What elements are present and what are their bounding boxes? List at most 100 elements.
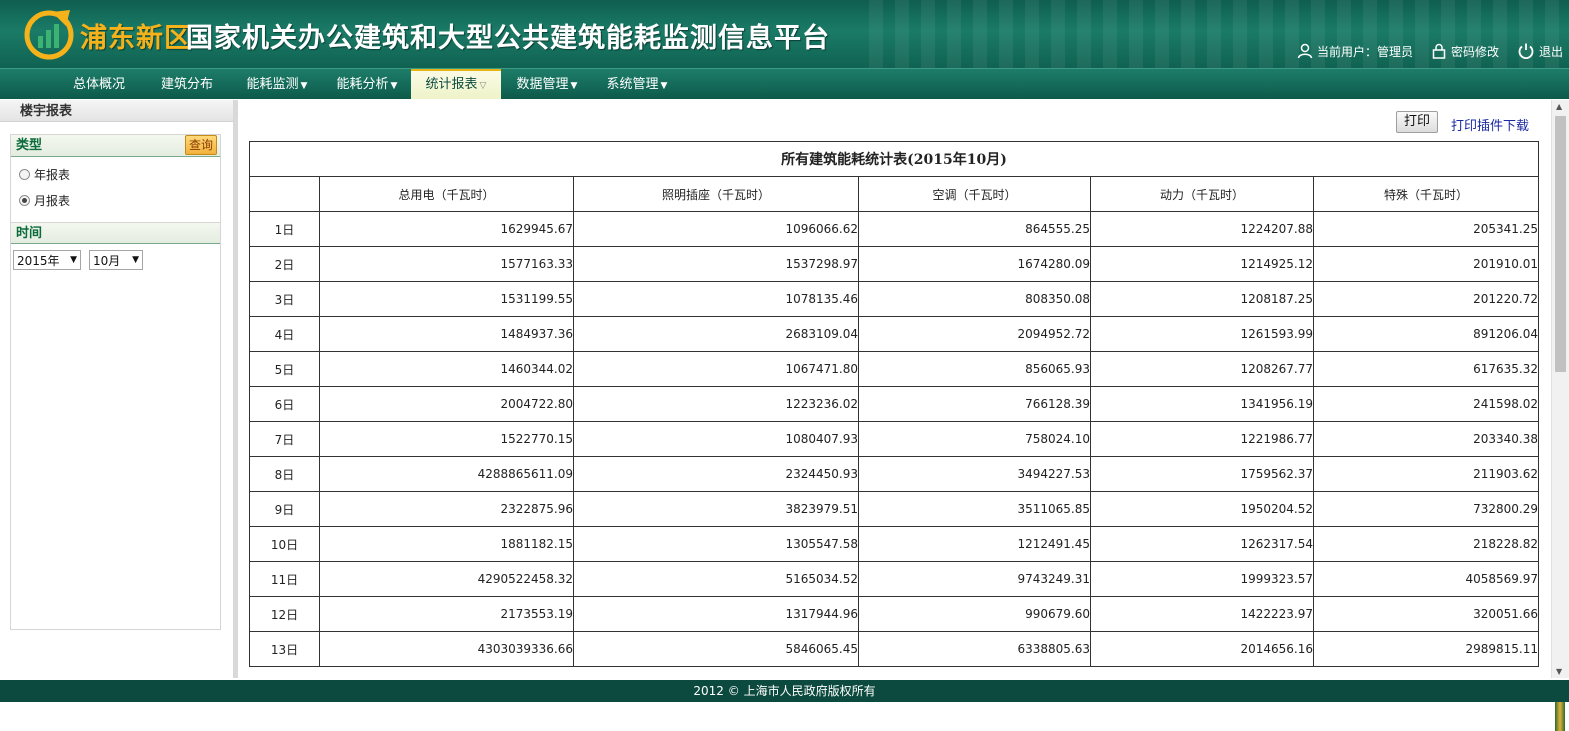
time-section-heading: 时间: [11, 222, 220, 244]
table-row: 11日 4290522458.32 5165034.52 9743249.31 1999…: [249, 561, 1540, 597]
value-cell: 1522770.15: [319, 421, 574, 457]
value-cell: 1067471.80: [573, 351, 859, 387]
nav-item-overview[interactable]: 总体概况: [60, 69, 138, 99]
nav-label: 总体概况: [72, 77, 125, 92]
value-cell: 617635.32: [1312, 351, 1540, 387]
column-header: 特殊（千瓦时）: [1312, 176, 1540, 212]
radio-button[interactable]: [19, 168, 30, 180]
table-row: 1日 1629945.67 1096066.62 864555.25 1224207.8…: [249, 211, 1540, 247]
value-cell: 201910.01: [1312, 246, 1540, 282]
nav-item-system-management[interactable]: 系统管理 ▼: [598, 69, 676, 99]
scroll-up-icon[interactable]: ▲: [1556, 102, 1562, 111]
year-select[interactable]: 2015年 ▼: [13, 250, 81, 270]
table-row: 9日 2322875.96 3823979.51 3511065.85 1950204.…: [249, 491, 1540, 527]
dropdown-arrow-icon: ▽: [479, 81, 487, 91]
day-cell: 13日: [249, 631, 320, 667]
nav-item-energy-analysis[interactable]: 能耗分析 ▼: [328, 69, 406, 99]
value-cell: 5165034.52: [573, 561, 859, 597]
main-nav: 总体概况 建筑分布 能耗监测 ▼ 能耗分析 ▼ 统计报表 ▽ 数据管理 ▼ 系统管理 ▼: [0, 68, 1569, 99]
day-cell: 1日: [249, 211, 320, 247]
value-cell: 1999323.57: [1090, 561, 1314, 597]
value-cell: 1221986.77: [1090, 421, 1314, 457]
column-header: 照明插座（千瓦时）: [573, 176, 859, 212]
time-heading-label: 时间: [16, 226, 43, 241]
table-row: 7日 1522770.15 1080407.93 758024.10 1221986.7…: [249, 421, 1540, 457]
value-cell: 864555.25: [858, 211, 1091, 247]
logo-icon: [24, 10, 74, 60]
table-row: 12日 2173553.19 1317944.96 990679.60 1422223.…: [249, 596, 1540, 632]
value-cell: 1305547.58: [573, 526, 859, 562]
month-select[interactable]: 10月 ▼: [89, 250, 143, 270]
table-row: 13日 4303039336.66 5846065.45 6338805.63 2014…: [249, 631, 1540, 667]
value-cell: 808350.08: [858, 281, 1091, 317]
table-row: 3日 1531199.55 1078135.46 808350.08 1208187.2…: [249, 281, 1540, 317]
report-content: 打印 打印插件下载 所有建筑能耗统计表(2015年10月) 总用电（千瓦时） 照明…: [238, 100, 1551, 678]
vertical-scrollbar[interactable]: ▲ ▼: [1551, 100, 1569, 678]
value-cell: 3511065.85: [858, 491, 1091, 527]
value-cell: 3823979.51: [573, 491, 859, 527]
energy-report-table: 所有建筑能耗统计表(2015年10月) 总用电（千瓦时） 照明插座（千瓦时） 空调（…: [248, 141, 1540, 667]
dropdown-arrow-icon: ▼: [390, 81, 398, 91]
current-user: 当前用户：管理员: [1297, 43, 1413, 60]
year-value: 2015年: [17, 253, 60, 268]
column-header: 空调（千瓦时）: [858, 176, 1091, 212]
radio-monthly-report[interactable]: 月报表: [11, 187, 220, 213]
value-cell: 320051.66: [1312, 596, 1540, 632]
value-cell: 2989815.11: [1312, 631, 1540, 667]
value-cell: 6338805.63: [858, 631, 1091, 667]
value-cell: 4290522458.32: [319, 561, 574, 597]
value-cell: 1261593.99: [1090, 316, 1314, 352]
value-cell: 205341.25: [1312, 211, 1540, 247]
print-plugin-download-link[interactable]: 打印插件下载: [1451, 115, 1529, 134]
value-cell: 1080407.93: [573, 421, 859, 457]
value-cell: 1674280.09: [858, 246, 1091, 282]
filter-box: 类型 查询 年报表 月报表 时间 2015年 ▼ 10月 ▼: [10, 134, 221, 630]
value-cell: 218228.82: [1312, 526, 1540, 562]
value-cell: 1531199.55: [319, 281, 574, 317]
column-header: 动力（千瓦时）: [1090, 176, 1314, 212]
nav-item-building-distribution[interactable]: 建筑分布: [148, 69, 226, 99]
value-cell: 5846065.45: [573, 631, 859, 667]
nav-item-statistics-report[interactable]: 统计报表 ▽: [411, 69, 501, 99]
value-cell: 2324450.93: [573, 456, 859, 492]
logout-link[interactable]: 退出: [1517, 42, 1563, 60]
day-cell: 2日: [249, 246, 320, 282]
nav-item-data-management[interactable]: 数据管理 ▼: [508, 69, 586, 99]
left-panel-title: 楼宇报表: [0, 100, 233, 122]
value-cell: 1262317.54: [1090, 526, 1314, 562]
logout-label: 退出: [1538, 44, 1563, 59]
resize-handle: [1555, 702, 1565, 731]
value-cell: 211903.62: [1312, 456, 1540, 492]
change-password-link[interactable]: 密码修改: [1431, 43, 1499, 60]
header-banner: 浦东新区 国家机关办公建筑和大型公共建筑能耗监测信息平台 当前用户：管理员 密码…: [0, 0, 1569, 68]
print-button[interactable]: 打印: [1396, 111, 1438, 133]
value-cell: 1096066.62: [573, 211, 859, 247]
nav-label: 数据管理: [516, 77, 569, 92]
value-cell: 1317944.96: [573, 596, 859, 632]
query-button[interactable]: 查询: [184, 135, 217, 155]
dropdown-arrow-icon: ▼: [570, 81, 578, 91]
radio-yearly-report[interactable]: 年报表: [11, 161, 220, 187]
value-cell: 891206.04: [1312, 316, 1540, 352]
value-cell: 1537298.97: [573, 246, 859, 282]
value-cell: 1881182.15: [319, 526, 574, 562]
value-cell: 856065.93: [858, 351, 1091, 387]
value-cell: 1422223.97: [1090, 596, 1314, 632]
value-cell: 1460344.02: [319, 351, 574, 387]
table-row: 5日 1460344.02 1067471.80 856065.93 1208267.7…: [249, 351, 1540, 387]
scroll-down-icon[interactable]: ▼: [1556, 667, 1562, 676]
nav-item-energy-monitoring[interactable]: 能耗监测 ▼: [238, 69, 316, 99]
scrollbar-thumb[interactable]: [1555, 116, 1566, 372]
nav-label: 能耗监测: [246, 77, 299, 92]
type-heading-label: 类型: [16, 138, 43, 153]
value-cell: 203340.38: [1312, 421, 1540, 457]
value-cell: 4058569.97: [1312, 561, 1540, 597]
radio-button[interactable]: [19, 194, 30, 206]
value-cell: 2173553.19: [319, 596, 574, 632]
value-cell: 1212491.45: [858, 526, 1091, 562]
day-cell: 12日: [249, 596, 320, 632]
footer: 2012 © 上海市人民政府版权所有: [0, 680, 1569, 702]
radio-label: 月报表: [34, 193, 71, 208]
brand-name: 浦东新区: [80, 23, 192, 54]
value-cell: 1759562.37: [1090, 456, 1314, 492]
